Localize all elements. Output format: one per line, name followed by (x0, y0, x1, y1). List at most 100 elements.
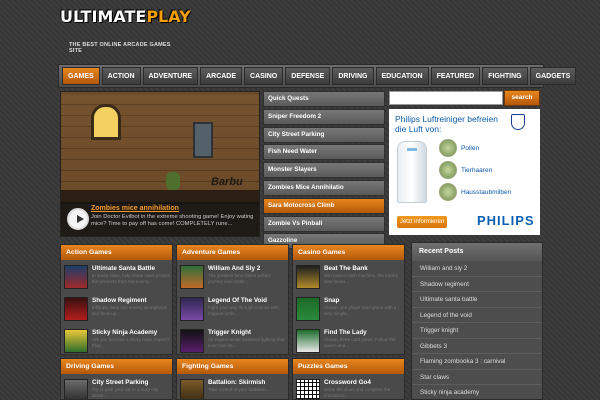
nav-games[interactable]: GAMES (62, 67, 100, 85)
game-thumbnail[interactable] (180, 329, 204, 353)
quick-item-active[interactable]: Sara Motocross Climb (263, 197, 385, 214)
game-row[interactable]: Legend Of The Void Fight your way throug… (177, 294, 288, 324)
game-row[interactable]: Shadow Regiment Infiltrate deep into ene… (61, 294, 172, 324)
game-desc: Classic one player card game with a very… (324, 305, 397, 316)
game-row[interactable]: Trigger Knight An experimental medieval … (177, 326, 288, 354)
recent-posts: Recent Posts William and sly 2 Shadow re… (411, 242, 543, 400)
game-row[interactable]: Snap Classic one player card game with a… (293, 294, 404, 324)
game-thumbnail[interactable] (180, 297, 204, 321)
nav-action[interactable]: ACTION (101, 67, 141, 85)
category-adventure: Adventure Games William And Sly 2 The gr… (176, 244, 289, 355)
game-row[interactable]: Sticky Ninja Academy Are you become a st… (61, 326, 172, 354)
game-desc: Infiltrate deep into enemy strongholds a… (92, 305, 168, 316)
category-title[interactable]: Action Games (61, 245, 172, 260)
category-title[interactable]: Puzzles Games (293, 359, 404, 374)
logo-text: ULTIMATEPLAY (60, 7, 191, 26)
game-thumbnail[interactable] (296, 379, 320, 399)
game-title[interactable]: Shadow Regiment (92, 297, 147, 304)
quick-item[interactable]: Sniper Freedom 2 (263, 108, 385, 125)
game-row[interactable]: Beat The Bank Win casino cash machine, t… (293, 262, 404, 292)
featured-caption: Zombies mice annihilation Join Doctor Ev… (61, 202, 259, 236)
game-title[interactable]: Battalion: Skirmish (208, 379, 265, 386)
game-row[interactable]: Find The Lady Classic three card game. F… (293, 326, 404, 354)
game-title[interactable]: Trigger Knight (208, 329, 251, 336)
featured-game[interactable]: Barbu Zombies mice annihilation Join Doc… (60, 91, 260, 237)
game-title[interactable]: Ultimate Santa Battle (92, 265, 155, 272)
recent-post-link[interactable]: Trigger knight (412, 323, 542, 339)
category-title[interactable]: Driving Games (61, 359, 172, 374)
search-button[interactable]: search (504, 90, 540, 106)
game-thumbnail[interactable] (64, 265, 88, 289)
quick-item[interactable]: Monster Slayers (263, 162, 385, 179)
game-thumbnail[interactable] (180, 379, 204, 399)
quick-item[interactable]: Zombie Vs Pinball (263, 215, 385, 232)
recent-post-link[interactable]: Shadow regiment (412, 277, 542, 292)
nav-fighting[interactable]: FIGHTING (482, 67, 528, 85)
category-title[interactable]: Fighting Games (177, 359, 288, 374)
game-title[interactable]: William And Sly 2 (208, 265, 260, 272)
window-shape (91, 104, 121, 140)
game-thumbnail[interactable] (64, 329, 88, 353)
nav-driving[interactable]: DRIVING (332, 67, 374, 85)
game-thumbnail[interactable] (296, 329, 320, 353)
category-puzzles: Puzzles Games Crossword Go4 Solve the cl… (292, 358, 405, 400)
category-title[interactable]: Adventure Games (177, 245, 288, 260)
recent-post-link[interactable]: Gibbets 3 (412, 339, 542, 354)
game-row[interactable]: City Street Parking Try to park your car… (61, 376, 172, 399)
game-title[interactable]: Snap (324, 297, 339, 304)
category-title[interactable]: Casino Games (293, 245, 404, 260)
nav-gadgets[interactable]: GADGETS (529, 67, 577, 85)
nav-defense[interactable]: DEFENSE (285, 67, 331, 85)
game-thumbnail[interactable] (296, 265, 320, 289)
nav-adventure[interactable]: ADVENTURE (142, 67, 199, 85)
game-desc: Fight your way through curious with magi… (208, 305, 279, 316)
game-title[interactable]: Sticky Ninja Academy (92, 329, 157, 336)
game-row[interactable]: Battalion: Skirmish Take control of your… (177, 376, 288, 399)
recent-post-link[interactable]: Legend of the void (412, 308, 542, 323)
featured-screenshot[interactable]: Barbu (61, 92, 259, 204)
game-title[interactable]: Beat The Bank (324, 265, 368, 272)
game-thumbnail[interactable] (180, 265, 204, 289)
game-thumbnail[interactable] (296, 297, 320, 321)
search-input[interactable] (389, 91, 503, 105)
category-driving: Driving Games City Street Parking Try to… (60, 358, 173, 400)
recent-post-link[interactable]: Sticky ninja academy (412, 385, 542, 400)
game-desc: An experimental medieval fighting that e… (208, 337, 285, 348)
nav-casino[interactable]: CASINO (244, 67, 284, 85)
ad-cta-button[interactable]: Jetzt informieren (397, 216, 447, 228)
recent-post-link[interactable]: Star claws (412, 370, 542, 385)
quick-item[interactable]: Quick Quests (263, 91, 385, 107)
recent-post-link[interactable]: Flaming zombooka 3 : carnival (412, 354, 542, 370)
ad-item: Pollen (461, 145, 480, 152)
nav-arcade[interactable]: ARCADE (200, 67, 243, 85)
game-desc: Win casino cash machine, the bank's new … (324, 273, 398, 284)
game-thumbnail[interactable] (64, 297, 88, 321)
game-row[interactable]: Crossword Go4 Solve the clues and comple… (293, 376, 404, 399)
air-purifier-image (397, 141, 427, 203)
nav-featured[interactable]: FEATURED (430, 67, 481, 85)
philips-ad[interactable]: Philips Luftreiniger befreien die Luft v… (389, 109, 540, 235)
quick-item[interactable]: Fish Need Water (263, 144, 385, 161)
philips-shield-icon (511, 114, 525, 130)
game-title[interactable]: Legend Of The Void (208, 297, 267, 304)
game-title[interactable]: Find The Lady (324, 329, 367, 336)
game-row[interactable]: Ultimate Santa Battle In santa claus, he… (61, 262, 172, 292)
game-row[interactable]: William And Sly 2 The greatest fans stol… (177, 262, 288, 292)
play-icon[interactable] (67, 208, 89, 230)
quick-item[interactable]: Zombies Mice Annihilatio (263, 179, 385, 196)
quick-item[interactable]: City Street Parking (263, 126, 385, 143)
game-desc: The greatest fans stolen william journey… (208, 273, 272, 284)
category-fighting: Fighting Games Battalion: Skirmish Take … (176, 358, 289, 400)
game-title[interactable]: Crossword Go4 (324, 379, 371, 386)
nav-education[interactable]: EDUCATION (375, 67, 429, 85)
game-thumbnail[interactable] (64, 379, 88, 399)
site-logo[interactable]: ULTIMATEPLAY THE BEST ONLINE ARCADE GAME… (60, 4, 191, 54)
pet-hair-image (439, 161, 457, 179)
recent-post-link[interactable]: Ultimate santa battle (412, 292, 542, 308)
featured-title[interactable]: Zombies mice annihilation (91, 205, 179, 212)
site-tagline: THE BEST ONLINE ARCADE GAMES SITE (69, 42, 171, 54)
game-title[interactable]: City Street Parking (92, 379, 148, 386)
door-shape (193, 122, 213, 158)
recent-post-link[interactable]: William and sly 2 (412, 261, 542, 277)
philips-logo: PHILIPS (477, 213, 535, 228)
